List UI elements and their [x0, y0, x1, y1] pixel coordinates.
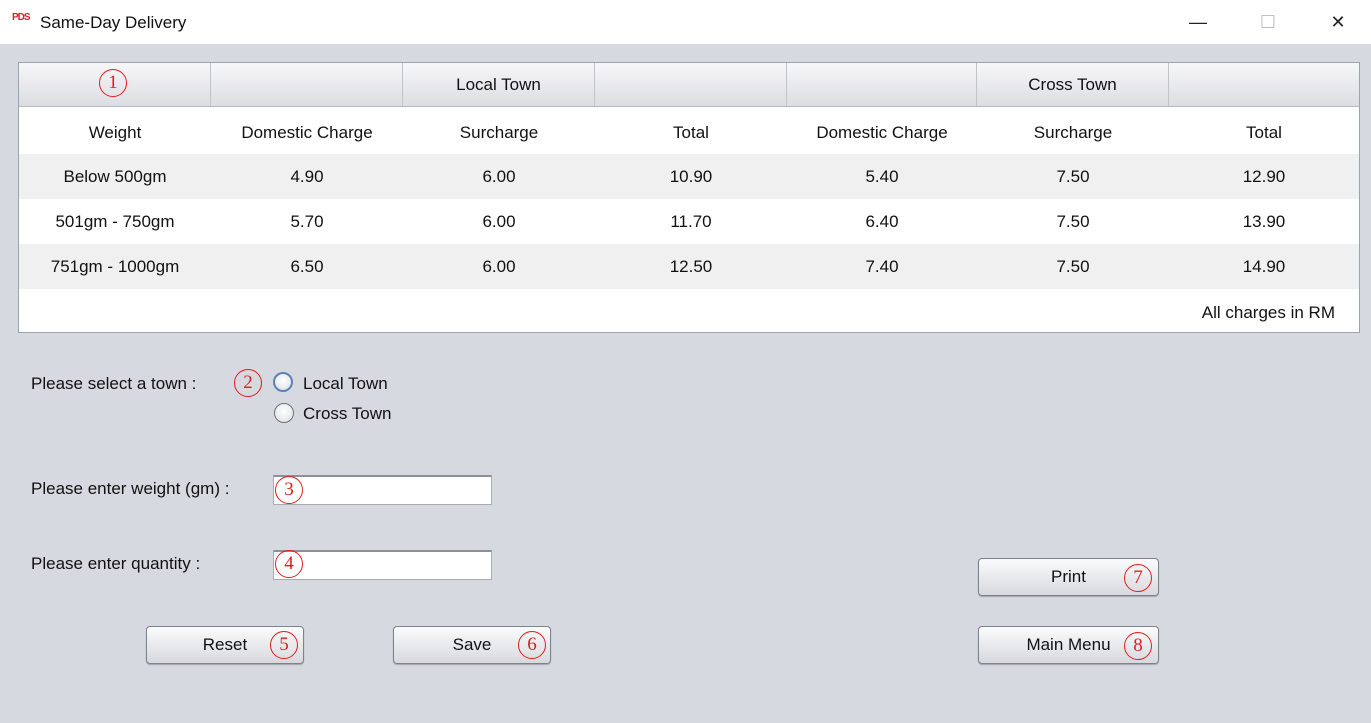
column-header-local-surcharge: Surcharge [459, 122, 539, 142]
cell-weight: Below 500gm [63, 166, 167, 186]
column-header-cross-total: Total [1246, 122, 1282, 142]
cross-town-label[interactable]: Cross Town [303, 404, 392, 424]
column-header-cross-domestic: Domestic Charge [816, 122, 948, 142]
cell-local-surcharge: 6.00 [482, 256, 516, 276]
weight-input[interactable] [273, 475, 492, 505]
column-header-weight: Weight [88, 122, 142, 142]
group-header-cell [1169, 63, 1359, 106]
cell-cross-domestic: 7.40 [865, 256, 899, 276]
annotation-marker-3: 3 [275, 476, 303, 504]
annotation-marker-1: 1 [99, 69, 127, 97]
cell-cross-surcharge: 7.50 [1056, 166, 1090, 186]
cell-cross-surcharge: 7.50 [1056, 256, 1090, 276]
cell-cross-total: 14.90 [1242, 256, 1286, 276]
maximize-button[interactable]: ☐ [1233, 0, 1303, 44]
cell-local-total: 10.90 [669, 166, 713, 186]
table-row: 501gm - 750gm 5.70 6.00 11.70 6.40 7.50 … [19, 199, 1359, 244]
title-bar: PDS Same-Day Delivery — ☐ ✕ [0, 0, 1371, 44]
currency-note: All charges in RM [1201, 303, 1335, 322]
cell-cross-surcharge: 7.50 [1056, 211, 1090, 231]
app-logo-icon: PDS [12, 12, 31, 23]
main-menu-button-label: Main Menu [1026, 635, 1111, 654]
cell-weight: 751gm - 1000gm [50, 256, 180, 276]
cell-local-total: 11.70 [670, 211, 712, 231]
table-row: Below 500gm 4.90 6.00 10.90 5.40 7.50 12… [19, 154, 1359, 199]
annotation-marker-5: 5 [270, 631, 298, 659]
column-header-cross-surcharge: Surcharge [1033, 122, 1113, 142]
table-group-header: Local Town Cross Town [19, 63, 1359, 107]
town-label: Please select a town : [31, 374, 197, 393]
quantity-label: Please enter quantity : [31, 554, 201, 573]
cross-town-radio[interactable] [274, 403, 294, 423]
quantity-input[interactable] [273, 550, 492, 580]
table-row: 751gm - 1000gm 6.50 6.00 12.50 7.40 7.50… [19, 244, 1359, 289]
cell-local-surcharge: 6.00 [482, 211, 516, 231]
cell-local-surcharge: 6.00 [482, 166, 516, 186]
group-header-local-town: Local Town [403, 63, 595, 106]
column-header-local-domestic: Domestic Charge [241, 122, 373, 142]
cell-cross-domestic: 6.40 [865, 211, 899, 231]
cell-cross-domestic: 5.40 [865, 166, 899, 186]
group-header-cross-town: Cross Town [977, 63, 1169, 106]
annotation-marker-4: 4 [275, 550, 303, 578]
column-header-row: Weight Domestic Charge Surcharge Total D… [19, 110, 1359, 155]
annotation-marker-2: 2 [234, 369, 262, 397]
window-title: Same-Day Delivery [40, 13, 187, 32]
annotation-marker-6: 6 [518, 631, 546, 659]
weight-label: Please enter weight (gm) : [31, 479, 230, 498]
reset-button-label: Reset [202, 635, 248, 654]
print-button-label: Print [1051, 567, 1086, 586]
annotation-marker-7: 7 [1124, 564, 1152, 592]
cell-cross-total: 13.90 [1242, 211, 1286, 231]
column-header-local-total: Total [673, 122, 709, 142]
close-button[interactable]: ✕ [1303, 0, 1371, 44]
local-town-label[interactable]: Local Town [303, 374, 388, 394]
group-header-cell [211, 63, 403, 106]
cell-local-total: 12.50 [669, 256, 713, 276]
local-town-radio[interactable] [273, 372, 293, 392]
annotation-marker-8: 8 [1124, 632, 1152, 660]
cell-cross-total: 12.90 [1242, 166, 1286, 186]
cell-local-domestic: 4.90 [290, 166, 324, 186]
group-header-cell [787, 63, 977, 106]
minimize-button[interactable]: — [1163, 0, 1233, 44]
cell-local-domestic: 6.50 [290, 256, 324, 276]
group-header-cell [595, 63, 787, 106]
rate-table: Local Town Cross Town Weight Domestic Ch… [18, 62, 1360, 333]
save-button-label: Save [452, 635, 492, 654]
cell-local-domestic: 5.70 [290, 211, 324, 231]
cell-weight: 501gm - 750gm [55, 211, 175, 231]
